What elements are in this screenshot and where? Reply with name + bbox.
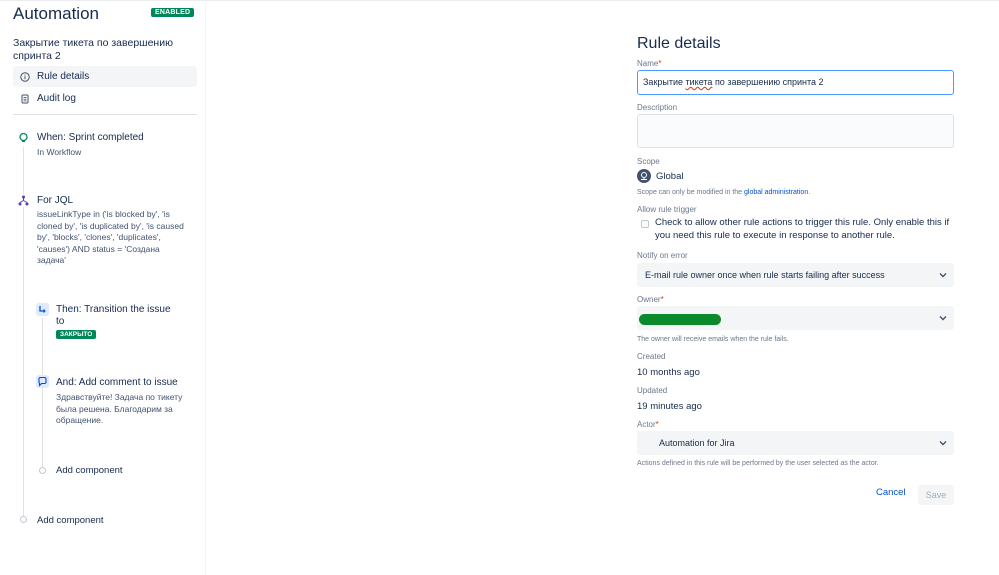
top-border — [0, 0, 999, 1]
app-title: Automation — [13, 4, 99, 23]
global-administration-link[interactable]: global administration — [744, 189, 808, 196]
trigger-title[interactable]: When: Sprint completed — [37, 132, 144, 143]
updated-value: 19 minutes ago — [637, 401, 702, 412]
actor-label-text: Actor — [637, 420, 656, 429]
jql-line: cloned by', 'is duplicated by', 'is caus… — [37, 220, 184, 231]
nav-rule-details-label: Rule details — [37, 71, 90, 82]
required-mark: * — [658, 59, 662, 68]
name-label-text: Name — [637, 59, 659, 68]
branch-icon[interactable] — [17, 194, 30, 207]
scope-help: Scope can only be modified in the global… — [637, 189, 810, 196]
comment-icon[interactable] — [36, 375, 49, 388]
required-mark: * — [655, 420, 659, 429]
comment-line: Здравствуйте! Задача по тикету — [56, 392, 183, 402]
condition-jql: issueLinkType in ('is blocked by', 'is c… — [37, 209, 184, 267]
scope-label: Scope — [637, 157, 660, 166]
nav-audit-log[interactable]: Audit log — [13, 88, 197, 109]
updated-label: Updated — [637, 386, 668, 395]
add-component-outer[interactable]: Add component — [37, 515, 104, 526]
actor-label: Actor* — [637, 420, 659, 429]
scope-help-end: . — [808, 189, 811, 196]
chevron-down-icon — [939, 441, 947, 446]
globe-icon — [637, 169, 651, 183]
owner-help: The owner will receive emails when the r… — [637, 336, 789, 343]
jql-line: 'causes') AND status = 'Создана — [37, 243, 160, 254]
nav-divider — [13, 114, 197, 115]
jql-line: issueLinkType in ('is blocked by', 'is — [37, 209, 170, 219]
owner-label-text: Owner — [637, 295, 661, 304]
branch-timeline-line — [42, 318, 43, 468]
add-component-dot[interactable] — [20, 516, 27, 523]
description-label: Description — [637, 103, 678, 112]
jql-line: by', 'blocks', 'clones', 'duplicates', — [37, 232, 161, 242]
scope-help-text: Scope can only be modified in the — [637, 189, 745, 196]
add-component-inner[interactable]: Add component — [56, 465, 123, 476]
status-badge: ENABLED — [151, 8, 195, 17]
transition-title[interactable]: Then: Transition the issue — [56, 304, 171, 315]
name-value-misspelled: тикета — [685, 77, 713, 87]
notify-select[interactable]: E-mail rule owner once when rule starts … — [637, 263, 954, 287]
save-button[interactable]: Save — [918, 485, 954, 505]
scope-value: Global — [656, 171, 684, 182]
allow-trigger-checkbox[interactable] — [641, 220, 649, 228]
allow-trigger-label: Allow rule trigger — [637, 205, 697, 214]
required-mark: * — [660, 295, 664, 304]
comment-body: Здравствуйте! Задача по тикету была реше… — [56, 392, 182, 427]
actor-value: Automation for Jira — [659, 438, 735, 448]
owner-label: Owner* — [637, 295, 664, 304]
trigger-icon[interactable] — [17, 131, 30, 144]
panel-separator — [205, 0, 206, 575]
add-component-dot[interactable] — [39, 467, 46, 474]
rule-details-title: Rule details — [637, 35, 721, 52]
owner-redaction — [639, 314, 721, 325]
cancel-button[interactable]: Cancel — [876, 487, 906, 498]
name-value-suffix: по завершению спринта 2 — [712, 77, 824, 87]
name-value-prefix: Закрытие — [643, 77, 686, 87]
rule-name: Закрытие тикета по завершению спринта 2 — [13, 37, 173, 62]
info-icon — [19, 71, 31, 83]
name-field[interactable]: Закрытие тикета по завершению спринта 2 — [637, 70, 954, 95]
comment-line: была решена. Благодарим за — [56, 403, 173, 414]
owner-select[interactable] — [637, 306, 954, 330]
created-value: 10 months ago — [637, 367, 700, 378]
actor-select[interactable]: Automation for Jira — [637, 431, 954, 455]
comment-line: обращение. — [56, 415, 104, 425]
jql-line: задача' — [37, 255, 66, 265]
chevron-down-icon — [939, 316, 947, 321]
nav-rule-details[interactable]: Rule details — [13, 66, 197, 87]
created-label: Created — [637, 352, 666, 361]
notify-label: Notify on error — [637, 251, 688, 260]
description-field[interactable] — [637, 114, 954, 148]
transition-icon[interactable] — [36, 303, 49, 316]
trigger-subtitle: In Workflow — [37, 147, 82, 157]
allow-trigger-text: Check to allow other rule actions to tri… — [655, 217, 950, 241]
notify-value: E-mail rule owner once when rule starts … — [645, 270, 885, 280]
transition-title-cont[interactable]: to — [56, 316, 64, 327]
condition-title[interactable]: For JQL — [37, 195, 73, 206]
status-lozenge: ЗАКРЫТО — [56, 330, 97, 339]
name-label: Name* — [637, 59, 661, 68]
actor-help: Actions defined in this rule will be per… — [637, 460, 879, 467]
comment-title[interactable]: And: Add comment to issue — [56, 377, 178, 388]
document-icon — [19, 93, 31, 105]
nav-audit-log-label: Audit log — [37, 93, 76, 104]
chevron-down-icon — [939, 273, 947, 278]
